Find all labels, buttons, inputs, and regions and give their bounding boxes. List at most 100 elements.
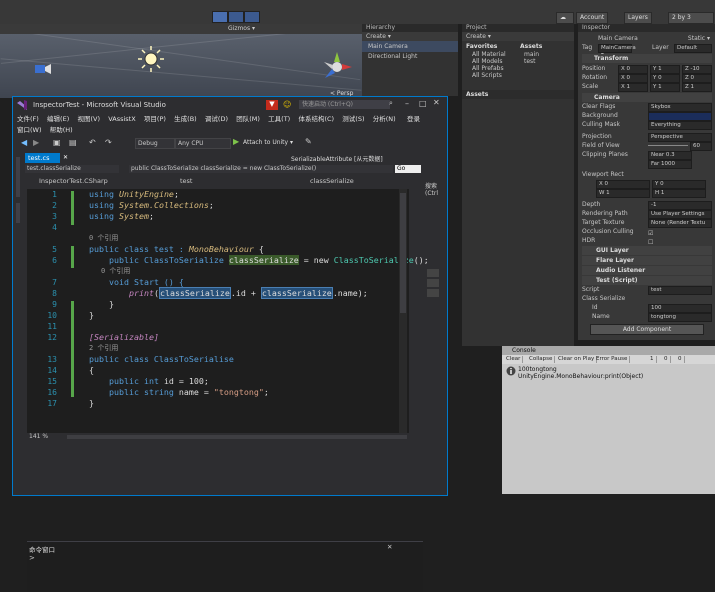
server-explorer-tab[interactable] xyxy=(16,157,20,197)
tag-dropdown[interactable]: MainCamera ▾ xyxy=(598,44,636,58)
assets-folder[interactable]: Assets xyxy=(462,90,574,99)
start-debug-icon[interactable]: ▶ xyxy=(233,137,239,146)
menu-edit[interactable]: 编辑(E) xyxy=(47,113,69,123)
menu-project[interactable]: 项目(P) xyxy=(144,113,166,123)
camera-header[interactable]: Camera xyxy=(594,94,620,101)
nav-member-dropdown[interactable]: public ClassToSerialize classSerialize =… xyxy=(129,165,393,173)
layer-dropdown[interactable]: Default xyxy=(674,44,712,53)
scale-y-field[interactable]: Y 1 xyxy=(650,83,680,92)
pause-button[interactable] xyxy=(228,11,244,23)
hierarchy-item[interactable]: Main Camera xyxy=(362,41,458,52)
favorites-item[interactable]: All Scripts xyxy=(462,72,516,79)
hierarchy-tab[interactable]: Hierarchy xyxy=(362,24,458,32)
far-field[interactable]: Far 1000 xyxy=(648,160,692,169)
close-icon[interactable]: ✕ xyxy=(433,98,440,107)
tab-serializableattribute[interactable]: SerializableAttribute [从元数据] xyxy=(291,154,383,163)
properties-icon[interactable] xyxy=(427,279,439,287)
name-field[interactable]: tongtong xyxy=(648,313,712,322)
console-log-entry[interactable]: 100tongtong UnityEngine.MonoBehaviour:pr… xyxy=(518,366,643,380)
gizmos-dropdown[interactable]: Gizmos ▾ xyxy=(228,25,255,32)
static-toggle[interactable]: Static ▾ xyxy=(688,34,710,43)
signin-link[interactable]: 登录 xyxy=(407,113,420,123)
codelens-references[interactable]: 2 个引用 xyxy=(89,343,118,353)
culling-mask-dropdown[interactable]: Everything xyxy=(648,121,712,130)
console-log-count[interactable]: 1 xyxy=(648,356,657,363)
tab-test-cs[interactable]: test.cs xyxy=(25,153,60,163)
command-window[interactable]: 命令窗口 ✕ > xyxy=(27,541,423,592)
save-all-icon[interactable]: ▤ xyxy=(69,138,77,147)
menu-tools[interactable]: 工具(T) xyxy=(268,113,290,123)
menu-test[interactable]: 测试(S) xyxy=(342,113,364,123)
menu-view[interactable]: 视图(V) xyxy=(77,113,100,123)
attach-to-unity-button[interactable]: Attach to Unity ▾ xyxy=(243,139,293,146)
codelens-references[interactable]: 0 个引用 xyxy=(101,266,130,276)
play-button[interactable] xyxy=(212,11,228,23)
menu-analyze[interactable]: 分析(N) xyxy=(373,113,396,123)
platform-dropdown[interactable]: Any CPU xyxy=(175,138,231,149)
class-dropdown[interactable]: test xyxy=(180,177,192,185)
scene-view[interactable] xyxy=(0,24,362,98)
save-icon[interactable]: ▣ xyxy=(53,138,61,147)
nav-scope-dropdown[interactable]: test.classSerialize xyxy=(25,165,119,173)
horizontal-scrollbar[interactable] xyxy=(67,435,407,439)
codelens-references[interactable]: 0 个引用 xyxy=(89,233,118,243)
toolbar-tool-icon[interactable]: ✎ xyxy=(305,137,312,146)
menu-build[interactable]: 生成(B) xyxy=(174,113,197,123)
undo-icon[interactable]: ↶ xyxy=(89,138,96,147)
account-dropdown[interactable]: Account xyxy=(576,12,609,24)
class-serialize-foldout[interactable]: Class Serialize xyxy=(582,295,625,302)
project-dropdown[interactable]: InspectorTest.CSharp xyxy=(39,177,108,185)
hierarchy-item[interactable]: Directional Light xyxy=(362,52,458,61)
console-collapse-button[interactable]: Collapse xyxy=(527,356,556,363)
solution-explorer-icon[interactable] xyxy=(427,269,439,277)
viewport-h-field[interactable]: H 1 xyxy=(652,189,706,198)
quick-launch-input[interactable]: 快速启动 (Ctrl+Q) xyxy=(299,100,390,109)
flare-layer-header[interactable]: Flare Layer xyxy=(596,257,634,264)
editor-scrollbar[interactable] xyxy=(399,189,407,433)
menu-debug[interactable]: 调试(D) xyxy=(205,113,228,123)
go-button[interactable]: Go xyxy=(395,165,421,173)
menu-vassistx[interactable]: VAssistX xyxy=(108,115,135,123)
menu-file[interactable]: 文件(F) xyxy=(17,113,39,123)
back-icon[interactable]: ◀ xyxy=(21,138,27,147)
inspector-tab[interactable]: Inspector xyxy=(578,24,715,32)
redo-icon[interactable]: ↷ xyxy=(105,138,112,147)
forward-icon[interactable]: ▶ xyxy=(33,138,39,147)
asset-item[interactable]: test xyxy=(518,58,574,65)
console-tab[interactable]: Console xyxy=(512,347,536,354)
configuration-dropdown[interactable]: Debug xyxy=(135,138,175,149)
scale-z-field[interactable]: Z 1 xyxy=(682,83,712,92)
scale-x-field[interactable]: X 1 xyxy=(618,83,648,92)
step-button[interactable] xyxy=(244,11,260,23)
console-error-pause-button[interactable]: Error Pause xyxy=(594,356,631,363)
test-script-header[interactable]: Test (Script) xyxy=(596,277,637,284)
favorites-item[interactable]: All Models xyxy=(462,58,516,65)
toolbox-tab[interactable] xyxy=(16,203,20,223)
gui-layer-header[interactable]: GUI Layer xyxy=(596,247,629,254)
menu-architecture[interactable]: 体系结构(C) xyxy=(298,113,334,123)
solution-search-input[interactable]: 搜索(Ctrl xyxy=(425,181,447,197)
layout-dropdown[interactable]: 2 by 3 xyxy=(668,12,714,24)
menu-window[interactable]: 窗口(W) xyxy=(17,124,42,134)
console-clear-on-play-button[interactable]: Clear on Play xyxy=(556,356,598,363)
minimize-icon[interactable]: – xyxy=(405,99,409,108)
notification-flag-icon[interactable]: ▼ xyxy=(266,100,278,110)
class-view-icon[interactable] xyxy=(427,289,439,297)
camera-gizmo-icon[interactable] xyxy=(32,62,52,76)
sun-icon[interactable] xyxy=(138,46,164,72)
field-dropdown[interactable]: classSerialize xyxy=(310,177,354,185)
console-error-count[interactable]: 0 xyxy=(676,356,685,363)
add-component-button[interactable]: Add Component xyxy=(590,324,704,335)
feedback-smiley-icon[interactable]: ☺ xyxy=(283,100,291,109)
menu-help[interactable]: 帮助(H) xyxy=(50,124,73,134)
layers-dropdown[interactable]: Layers xyxy=(624,12,652,24)
project-tab[interactable]: Project xyxy=(462,24,574,32)
favorites-item[interactable]: All Material xyxy=(462,51,516,58)
menu-team[interactable]: 团队(M) xyxy=(236,113,260,123)
maximize-icon[interactable]: □ xyxy=(419,99,427,108)
cloud-icon[interactable]: ☁ xyxy=(556,12,574,24)
tab-close-icon[interactable]: ✕ xyxy=(63,154,68,161)
zoom-dropdown[interactable]: 141 % xyxy=(29,433,48,440)
favorites-item[interactable]: All Prefabs xyxy=(462,65,516,72)
asset-item[interactable]: main xyxy=(518,51,574,58)
